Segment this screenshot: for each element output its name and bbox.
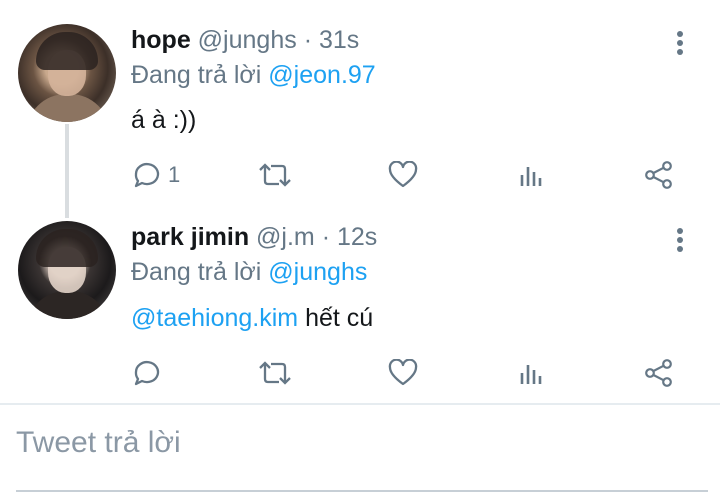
share-button[interactable] bbox=[644, 157, 674, 193]
like-icon bbox=[388, 359, 418, 386]
action-bar bbox=[0, 355, 720, 391]
avatar[interactable] bbox=[18, 221, 116, 319]
replying-to-label: Đang trả lời bbox=[131, 258, 262, 286]
text-content: hết cú bbox=[305, 304, 374, 332]
retweet-button[interactable] bbox=[258, 157, 292, 193]
retweet-icon bbox=[259, 361, 291, 385]
timestamp[interactable]: 12s bbox=[337, 223, 377, 251]
avatar-shoulder bbox=[26, 291, 110, 319]
more-icon[interactable] bbox=[670, 29, 690, 57]
separator: · bbox=[321, 223, 331, 251]
reply-button[interactable]: 1 bbox=[132, 157, 180, 193]
analytics-icon bbox=[520, 365, 542, 384]
more-icon[interactable] bbox=[670, 226, 690, 254]
analytics-button[interactable] bbox=[518, 355, 546, 391]
replying-to: Đang trả lời @junghs bbox=[131, 258, 367, 287]
input-underline bbox=[16, 490, 708, 492]
text-mention[interactable]: @taehiong.kim bbox=[131, 304, 298, 332]
replying-to: Đang trả lời @jeon.97 bbox=[131, 61, 376, 90]
reply-button[interactable] bbox=[132, 355, 168, 391]
avatar-hair bbox=[36, 229, 98, 267]
timestamp[interactable]: 31s bbox=[319, 26, 359, 54]
retweet-icon bbox=[259, 163, 291, 187]
divider bbox=[0, 403, 720, 405]
share-icon bbox=[645, 359, 672, 387]
like-button[interactable] bbox=[388, 355, 418, 391]
share-button[interactable] bbox=[644, 355, 674, 391]
author-name[interactable]: park jimin bbox=[131, 223, 249, 251]
tweet-text: á à :)) bbox=[131, 106, 197, 134]
separator: · bbox=[303, 26, 313, 54]
replying-to-label: Đang trả lời bbox=[131, 61, 262, 89]
analytics-button[interactable] bbox=[518, 157, 546, 193]
avatar-shoulder bbox=[26, 94, 110, 122]
retweet-button[interactable] bbox=[258, 355, 292, 391]
replying-to-mention[interactable]: @junghs bbox=[268, 258, 367, 286]
share-icon bbox=[645, 161, 672, 189]
avatar[interactable] bbox=[18, 24, 116, 122]
reply-count: 1 bbox=[168, 162, 181, 187]
like-icon bbox=[388, 161, 418, 188]
replying-to-mention[interactable]: @jeon.97 bbox=[268, 61, 375, 89]
like-button[interactable] bbox=[388, 157, 418, 193]
action-bar: 1 bbox=[0, 157, 720, 193]
tweet-text: @taehiong.kim hết cú bbox=[131, 304, 373, 333]
tweet-header: park jimin @j.m · 12s bbox=[131, 223, 377, 252]
author-name[interactable]: hope bbox=[131, 26, 191, 54]
author-handle[interactable]: @junghs bbox=[198, 26, 297, 54]
author-handle[interactable]: @j.m bbox=[256, 223, 315, 251]
reply-icon bbox=[134, 360, 160, 386]
avatar-hair bbox=[36, 32, 98, 70]
analytics-icon bbox=[520, 167, 542, 186]
reply-icon bbox=[134, 162, 160, 188]
thread-line bbox=[65, 124, 69, 218]
tweet-header: hope @junghs · 31s bbox=[131, 26, 359, 55]
reply-composer-input[interactable]: Tweet trả lời bbox=[16, 426, 181, 460]
